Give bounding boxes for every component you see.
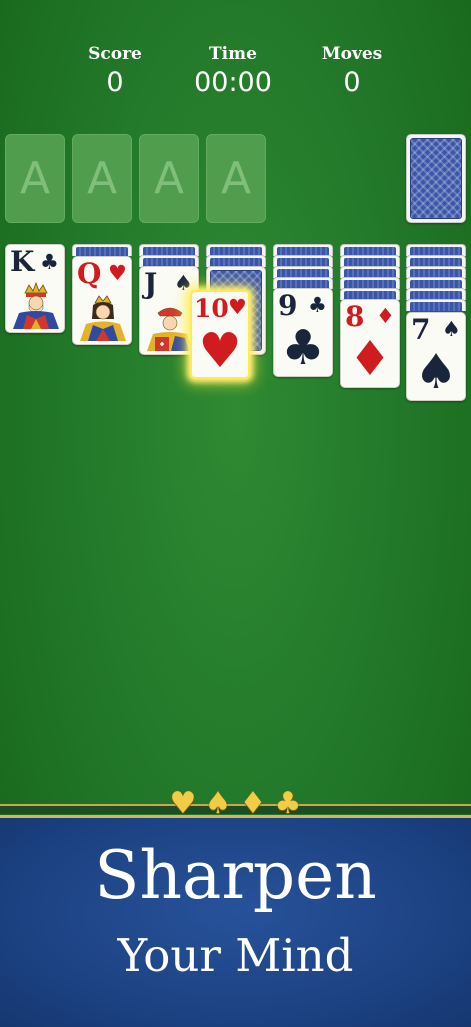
time-stat: Time 00:00 (178, 42, 288, 100)
moves-value: 0 (343, 67, 361, 98)
card-rank: 7 (411, 313, 431, 346)
tableau-card-queen-of-hearts[interactable]: Q ♥ (72, 256, 132, 345)
promo-banner: Sharpen Your Mind (0, 815, 471, 1027)
card-rank: Q (77, 257, 102, 290)
card-rank: 8 (345, 300, 365, 333)
stock-pile[interactable] (406, 134, 466, 223)
tableau-card-seven-of-spades[interactable]: 7 ♠ ♠ (406, 312, 466, 401)
tableau-card-king-of-clubs[interactable]: K ♣ (5, 244, 65, 333)
moves-stat: Moves 0 (297, 42, 407, 100)
king-figure-icon (9, 279, 61, 329)
queen-figure-icon (76, 291, 128, 341)
foundation-slot-1[interactable]: A (5, 134, 65, 223)
heart-icon: ♥ (198, 323, 242, 379)
club-icon: ♣ (274, 786, 302, 821)
spade-icon: ♠ (174, 271, 193, 295)
heart-icon: ♥ (228, 295, 247, 319)
score-value: 0 (106, 67, 124, 98)
headline-line-2: Your Mind (117, 929, 354, 982)
moves-label: Moves (321, 44, 383, 64)
card-rank: J (144, 267, 158, 300)
suit-emblem: ♥ ♠ ♦ ♣ (165, 782, 306, 826)
headline-line-1: Sharpen (94, 837, 377, 914)
card-back-pattern (410, 302, 462, 311)
face-down-card (72, 244, 132, 256)
spade-icon: ♠ (204, 786, 232, 821)
spade-icon: ♠ (442, 317, 461, 341)
club-icon: ♣ (40, 250, 59, 274)
club-icon: ♣ (308, 293, 327, 317)
jack-figure-icon (143, 301, 195, 351)
tableau-card-nine-of-clubs[interactable]: 9 ♣ ♣ (273, 288, 333, 377)
card-back-pattern (76, 247, 128, 256)
foundation-slot-2[interactable]: A (72, 134, 132, 223)
heart-icon: ♥ (108, 261, 127, 285)
tableau-card-ten-of-hearts-selected[interactable]: 10 ♥ ♥ (190, 290, 250, 379)
foundation-slot-3[interactable]: A (139, 134, 199, 223)
diamond-icon: ♦ (376, 304, 395, 328)
time-value: 00:00 (194, 67, 272, 98)
face-down-card (406, 299, 466, 311)
score-bar: Score 0 Time 00:00 Moves 0 (0, 42, 471, 102)
spade-icon: ♠ (414, 344, 458, 400)
club-icon: ♣ (281, 320, 325, 376)
diamond-icon: ♦ (239, 786, 267, 821)
foundation-slot-4[interactable]: A (206, 134, 266, 223)
card-rank: 9 (278, 289, 298, 322)
tableau-card-eight-of-diamonds[interactable]: 8 ♦ ♦ (340, 299, 400, 388)
diamond-icon: ♦ (348, 331, 392, 387)
card-rank: 10 (194, 294, 229, 323)
card-back-pattern (410, 138, 462, 219)
heart-icon: ♥ (169, 786, 197, 821)
time-label: Time (209, 44, 257, 64)
score-label: Score (88, 44, 142, 64)
card-rank: K (10, 245, 35, 278)
score-stat: Score 0 (60, 42, 170, 100)
